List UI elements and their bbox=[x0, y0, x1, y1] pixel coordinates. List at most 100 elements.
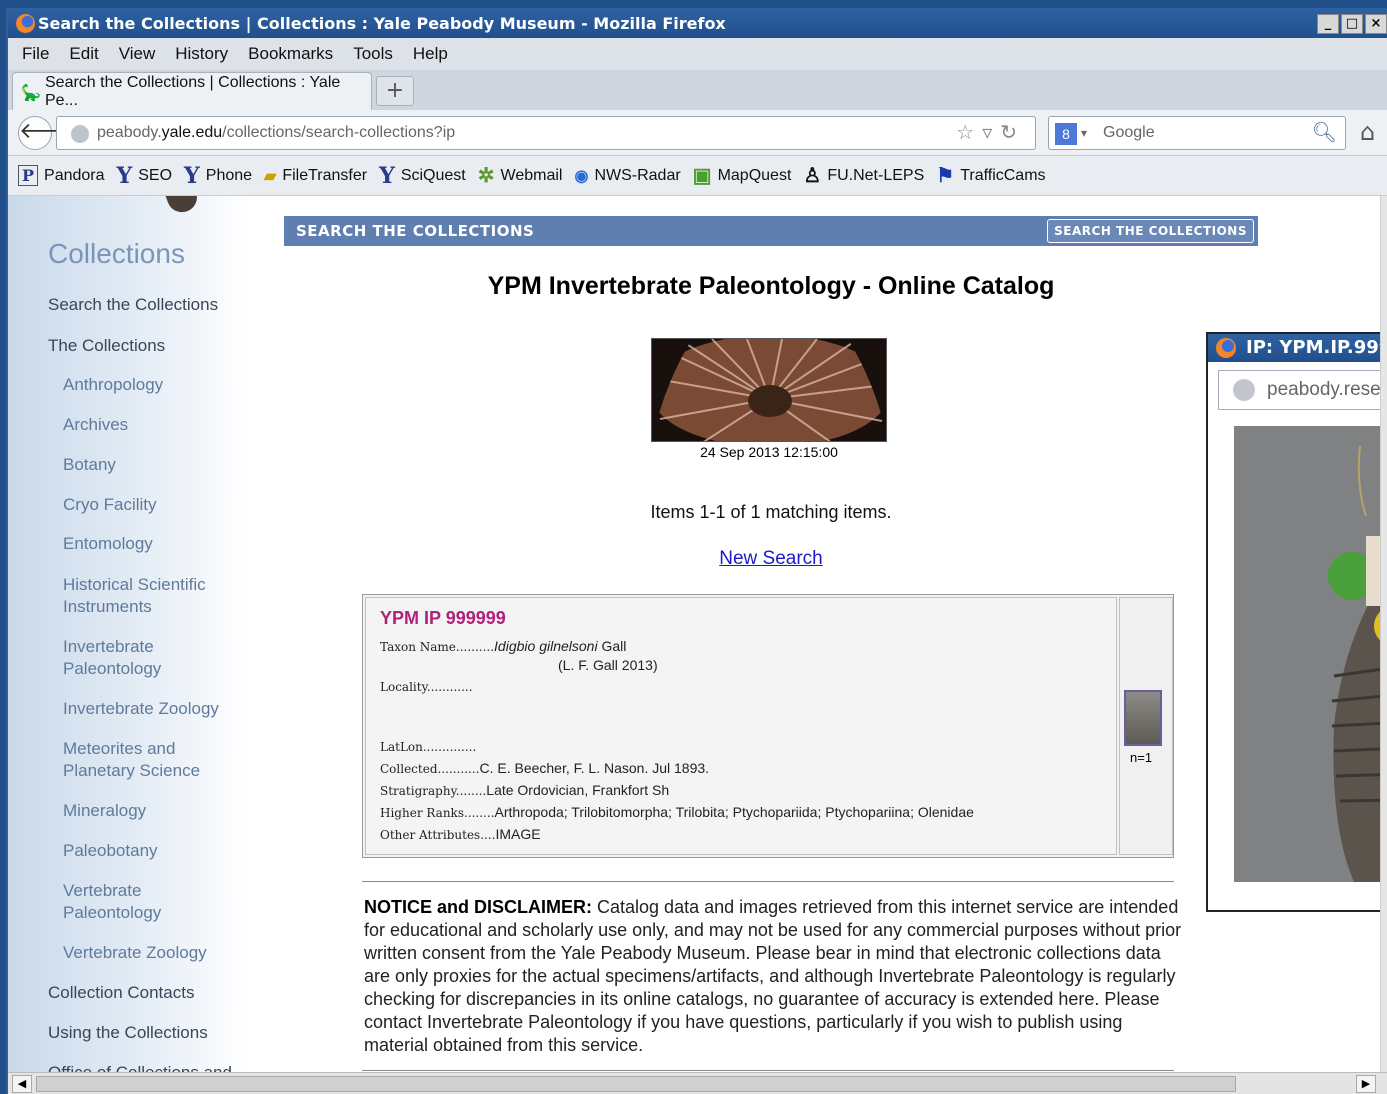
yahoo-icon: Y bbox=[379, 162, 395, 189]
sidebar-item-meteorites[interactable]: Meteorites and Planetary Science bbox=[63, 738, 233, 782]
record-row-stratigraphy: Stratigraphy........Late Ordovician, Fra… bbox=[380, 782, 669, 799]
fossil-image-graphic bbox=[652, 339, 886, 441]
sidebar-item-the-collections[interactable]: The Collections bbox=[48, 335, 165, 357]
row-value: IMAGE bbox=[495, 826, 541, 842]
bookmark-seo[interactable]: Y SEO bbox=[117, 163, 173, 189]
title-bar: Search the Collections | Collections : Y… bbox=[8, 8, 1387, 38]
close-button[interactable]: × bbox=[1365, 14, 1387, 34]
result-count: Items 1-1 of 1 matching items. bbox=[650, 502, 892, 522]
tab-search-collections[interactable]: 🦕 Search the Collections | Collections :… bbox=[12, 72, 372, 110]
row-value: (L. F. Gall 2013) bbox=[558, 657, 658, 673]
globe-icon bbox=[71, 125, 89, 143]
navigation-bar: 🡐 peabody.yale.edu/collections/search-co… bbox=[8, 110, 1387, 156]
bookmark-sciquest[interactable]: Y SciQuest bbox=[379, 163, 466, 189]
section-header-title: SEARCH THE COLLECTIONS bbox=[296, 222, 535, 240]
horizontal-scrollbar[interactable]: ◀ ▶ bbox=[8, 1072, 1387, 1094]
home-icon[interactable]: ⌂ bbox=[1360, 118, 1375, 146]
disclaimer: NOTICE and DISCLAIMER: Catalog data and … bbox=[364, 896, 1184, 1057]
maximize-button[interactable]: □ bbox=[1341, 14, 1363, 34]
peabody-favicon-icon: 🦕 bbox=[21, 85, 41, 102]
specimen-thumbnail[interactable] bbox=[1124, 690, 1162, 746]
row-label: Taxon Name.......... bbox=[380, 640, 495, 654]
record-row-higher-ranks: Higher Ranks........Arthropoda; Trilobit… bbox=[380, 804, 974, 821]
scroll-thumb[interactable] bbox=[36, 1076, 1236, 1092]
bookmark-label: Pandora bbox=[44, 166, 105, 184]
fossil-banner-image bbox=[651, 338, 887, 442]
menu-history[interactable]: History bbox=[175, 44, 228, 64]
new-search-link[interactable]: New Search bbox=[284, 548, 1258, 570]
record-row-taxon: Taxon Name..........Idigbio gilnelsoni G… bbox=[380, 638, 626, 655]
record-id[interactable]: YPM IP 999999 bbox=[380, 608, 1102, 629]
vertical-scrollbar[interactable] bbox=[1380, 196, 1387, 1076]
sidebar-item-botany[interactable]: Botany bbox=[63, 454, 116, 476]
sidebar-item-anthropology[interactable]: Anthropology bbox=[63, 374, 163, 396]
reload-icon[interactable]: ↻ bbox=[1000, 122, 1025, 144]
penguin-icon: ♙ bbox=[803, 165, 822, 187]
url-bar[interactable]: peabody.yale.edu/collections/search-coll… bbox=[56, 116, 1036, 150]
popup-window[interactable]: IP: YPM.IP.999 peabody.resea bbox=[1206, 332, 1380, 912]
search-bar[interactable]: 8 ▾ Google 🔍︎ bbox=[1048, 116, 1346, 150]
row-label: LatLon.............. bbox=[380, 740, 477, 754]
sidebar-item-mineralogy[interactable]: Mineralogy bbox=[63, 800, 146, 822]
divider bbox=[362, 881, 1174, 882]
bookmark-fu-net-leps[interactable]: ♙ FU.Net-LEPS bbox=[803, 163, 924, 188]
scroll-left-icon[interactable]: ◀ bbox=[12, 1075, 32, 1093]
sidebar-item-archives[interactable]: Archives bbox=[63, 414, 128, 436]
sidebar-title: Collections bbox=[48, 238, 185, 269]
search-icon[interactable]: 🔍︎ bbox=[1312, 117, 1337, 149]
sidebar-item-invertebrate-zoology[interactable]: Invertebrate Zoology bbox=[63, 698, 219, 720]
engine-dropdown-icon[interactable]: ▾ bbox=[1081, 117, 1087, 149]
bookmark-star-icon[interactable]: ☆ bbox=[956, 122, 982, 144]
sidebar-item-invertebrate-paleontology[interactable]: Invertebrate Paleontology bbox=[63, 636, 203, 680]
row-label: Stratigraphy........ bbox=[380, 784, 487, 798]
new-tab-button[interactable]: + bbox=[376, 76, 414, 106]
search-placeholder: Google bbox=[1103, 124, 1155, 141]
firefox-logo-icon bbox=[16, 14, 35, 33]
minimize-button[interactable]: _ bbox=[1317, 14, 1339, 34]
bookmark-trafficcams[interactable]: ⚑ TrafficCams bbox=[936, 163, 1045, 188]
url-host: yale.edu bbox=[161, 124, 223, 141]
taxon-name: Idigbio gilnelsoni bbox=[494, 638, 598, 654]
sidebar-item-vertebrate-zoology[interactable]: Vertebrate Zoology bbox=[63, 942, 207, 964]
section-header: SEARCH THE COLLECTIONS SEARCH THE COLLEC… bbox=[284, 216, 1258, 246]
globe-icon bbox=[1233, 379, 1255, 401]
bookmark-filetransfer[interactable]: ▰ FileTransfer bbox=[264, 166, 367, 186]
popup-url: peabody.resea bbox=[1267, 379, 1380, 400]
menu-file[interactable]: File bbox=[22, 44, 49, 64]
bookmark-pandora[interactable]: P Pandora bbox=[18, 165, 105, 186]
menu-bookmarks[interactable]: Bookmarks bbox=[248, 44, 333, 64]
bookmark-webmail[interactable]: ✲ Webmail bbox=[478, 163, 563, 188]
sidebar-item-entomology[interactable]: Entomology bbox=[63, 533, 153, 555]
sidebar-item-vertebrate-paleontology[interactable]: Vertebrate Paleontology bbox=[63, 880, 203, 924]
bookmark-phone[interactable]: Y Phone bbox=[184, 163, 252, 189]
bookmark-label: NWS-Radar bbox=[594, 166, 681, 184]
url-prefix: peabody. bbox=[97, 124, 162, 141]
dropdown-arrow-icon[interactable]: ▿ bbox=[982, 122, 1000, 144]
media-count: n=1 bbox=[1130, 750, 1153, 765]
scroll-right-icon[interactable]: ▶ bbox=[1356, 1075, 1376, 1093]
google-icon[interactable]: 8 bbox=[1055, 123, 1077, 145]
sidebar: Collections Search the Collections The C… bbox=[8, 196, 248, 1076]
bookmark-mapquest[interactable]: ▣ MapQuest bbox=[693, 163, 792, 188]
tab-label: Search the Collections | Collections : Y… bbox=[45, 73, 341, 109]
record-details: YPM IP 999999 Taxon Name..........Idigbi… bbox=[365, 597, 1117, 855]
menu-edit[interactable]: Edit bbox=[69, 44, 98, 64]
sidebar-item-paleobotany[interactable]: Paleobotany bbox=[63, 840, 158, 862]
url-actions: ☆▿↻ bbox=[956, 117, 1025, 149]
row-label: Higher Ranks........ bbox=[380, 806, 495, 820]
sidebar-item-cryo-facility[interactable]: Cryo Facility bbox=[63, 494, 157, 516]
sidebar-item-using-collections[interactable]: Using the Collections bbox=[48, 1022, 208, 1044]
page-content: Collections Search the Collections The C… bbox=[8, 196, 1380, 1076]
back-button[interactable]: 🡐 bbox=[18, 116, 78, 150]
sidebar-item-collection-contacts[interactable]: Collection Contacts bbox=[48, 982, 194, 1004]
popup-url-bar[interactable]: peabody.resea bbox=[1218, 370, 1380, 410]
search-collections-button[interactable]: SEARCH THE COLLECTIONS bbox=[1047, 219, 1254, 243]
sidebar-item-historical-instruments[interactable]: Historical Scientific Instruments bbox=[63, 574, 233, 618]
bookmark-label: FU.Net-LEPS bbox=[827, 166, 925, 184]
bookmark-nws-radar[interactable]: ◉ NWS-Radar bbox=[574, 166, 680, 186]
image-timestamp: 24 Sep 2013 12:15:00 bbox=[700, 444, 838, 460]
menu-view[interactable]: View bbox=[119, 44, 156, 64]
sidebar-item-search[interactable]: Search the Collections bbox=[48, 294, 218, 316]
menu-help[interactable]: Help bbox=[413, 44, 448, 64]
menu-tools[interactable]: Tools bbox=[353, 44, 393, 64]
